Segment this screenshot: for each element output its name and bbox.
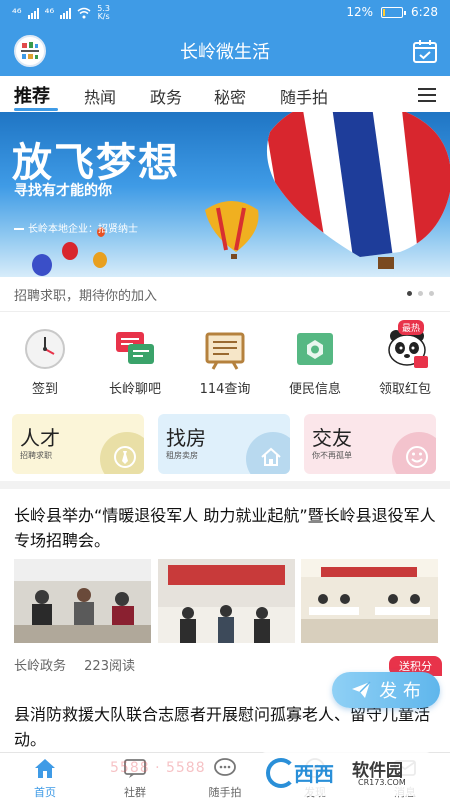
board-icon [205, 332, 245, 370]
event-photo-image [301, 559, 438, 643]
signal-icon-2 [60, 7, 72, 19]
wifi-icon [77, 7, 91, 19]
article-photo[interactable] [301, 559, 438, 643]
quick-link-label: 114查询 [199, 382, 251, 397]
nav-home[interactable]: 首页 [0, 757, 90, 800]
info-card-icon [297, 333, 333, 365]
article-photos[interactable] [14, 559, 438, 643]
carousel-dot[interactable] [407, 291, 412, 296]
carousel-dot[interactable] [429, 291, 434, 296]
nav-label: 社群 [124, 786, 146, 799]
watermark-brand-en: CR173.COM [358, 778, 406, 787]
tab-hot-news[interactable]: 热闻 [84, 84, 116, 108]
carousel-dot[interactable] [418, 291, 423, 296]
quick-link-label: 领取红包 [378, 382, 431, 397]
quick-link-chat[interactable]: 长岭聊吧 [90, 318, 180, 397]
network-type-label: ⁴⁶ [12, 6, 22, 20]
battery-icon [381, 6, 407, 18]
nav-label: 首页 [34, 786, 56, 799]
publish-label: 发 布 [379, 681, 421, 702]
app-title: 长岭微生活 [180, 42, 270, 63]
banner-caption: 招聘求职，期待你的加入 [14, 289, 158, 304]
watermark-brand-prefix: 西西 [294, 762, 334, 786]
speed-unit: K/s [97, 12, 110, 21]
camera-chat-icon [214, 758, 236, 776]
network-type-label-2: ⁴⁶ [44, 6, 55, 20]
quick-link-114[interactable]: 114查询 [180, 318, 270, 397]
clock-icon [25, 329, 65, 369]
signal-icon [27, 7, 39, 19]
app-bar: 长岭微生活 [0, 26, 450, 76]
publish-button[interactable]: 发 布 [332, 672, 440, 708]
battery-fill [383, 8, 386, 16]
banner-company-text: 长岭本地企业：招贤纳士 [28, 224, 138, 235]
paper-plane-icon [352, 681, 371, 698]
quick-link-checkin[interactable]: 签到 [0, 318, 90, 397]
feature-cards: 人才 招聘求职 找房 租房卖房 交友 你不再孤单 [0, 410, 450, 476]
card-title: 人才 [20, 426, 60, 450]
quick-link-label: 签到 [31, 382, 58, 397]
article-photo[interactable] [158, 559, 295, 643]
clock-time: 6:28 [411, 5, 438, 19]
article-source[interactable]: 长岭政务 [14, 659, 66, 674]
card-title: 找房 [166, 426, 206, 450]
article-reads: 223阅读 [84, 659, 135, 674]
heart-face-icon [406, 446, 428, 468]
article-photo[interactable] [14, 559, 151, 643]
watermark-phone: 5588 · 5588 [110, 760, 206, 776]
banner-carousel[interactable]: 放飞梦想 寻找有才能的你 长岭本地企业：招贤纳士 [0, 112, 450, 277]
network-speed: 5.3 K/s [97, 5, 110, 21]
calendar-checkin-icon[interactable] [412, 38, 438, 64]
tab-secrets[interactable]: 秘密 [214, 84, 246, 108]
carousel-dots [407, 291, 434, 296]
card-subtitle: 租房卖房 [166, 451, 198, 460]
card-title: 交友 [312, 426, 352, 450]
event-photo-image [14, 559, 151, 643]
card-subtitle: 招聘求职 [20, 451, 52, 460]
section-divider [0, 481, 450, 489]
tab-government[interactable]: 政务 [150, 84, 182, 108]
quick-link-red-packet[interactable]: 最热 领取红包 [360, 318, 450, 397]
watermark-logo: 西西 软件园 CR173.COM [260, 752, 432, 796]
menu-icon[interactable] [418, 88, 436, 102]
article-meta: 长岭政务 223阅读 [14, 655, 149, 674]
banner-subtitle: 寻找有才能的你 [14, 183, 112, 199]
article-title[interactable]: 长岭县举办“情暖退役军人 助力就业起航”暨长岭县退役军人专场招聘会。 [14, 503, 438, 553]
chat-bubbles-icon [116, 332, 154, 364]
banner-company-line: 长岭本地企业：招贤纳士 [14, 220, 138, 235]
tab-snapshot[interactable]: 随手拍 [280, 84, 328, 108]
divider [0, 311, 450, 312]
card-subtitle: 你不再孤单 [312, 451, 352, 460]
house-icon [261, 447, 281, 466]
active-tab-indicator [14, 108, 58, 111]
quick-link-label: 长岭聊吧 [108, 382, 161, 397]
banner-caption-bar: 招聘求职，期待你的加入 [0, 277, 450, 311]
watermark-c-mark [266, 758, 296, 788]
home-icon [35, 759, 55, 778]
hot-badge: 最热 [397, 320, 424, 335]
card-housing[interactable]: 找房 租房卖房 [158, 414, 290, 474]
category-tabs: 推荐 热闻 政务 秘密 随手拍 [0, 76, 450, 112]
battery-percent: 12% [346, 5, 374, 19]
card-friends[interactable]: 交友 你不再孤单 [304, 414, 436, 474]
quick-links: 签到 长岭聊吧 114查询 便民信息 最热 领取红包 [0, 318, 450, 402]
article-title-2[interactable]: 县消防救援大队联合志愿者开展慰问孤寡老人、留守儿童活动。 [14, 702, 438, 752]
nav-label: 随手拍 [208, 786, 242, 799]
status-bar: ⁴⁶ ⁴⁶ 5.3 K/s 12% 6:28 [0, 0, 450, 26]
tie-icon [114, 446, 136, 468]
quick-link-label: 便民信息 [288, 382, 341, 397]
tab-recommend[interactable]: 推荐 [14, 82, 50, 108]
card-talent[interactable]: 人才 招聘求职 [12, 414, 144, 474]
event-photo-image [158, 559, 295, 643]
quick-link-info[interactable]: 便民信息 [270, 318, 360, 397]
